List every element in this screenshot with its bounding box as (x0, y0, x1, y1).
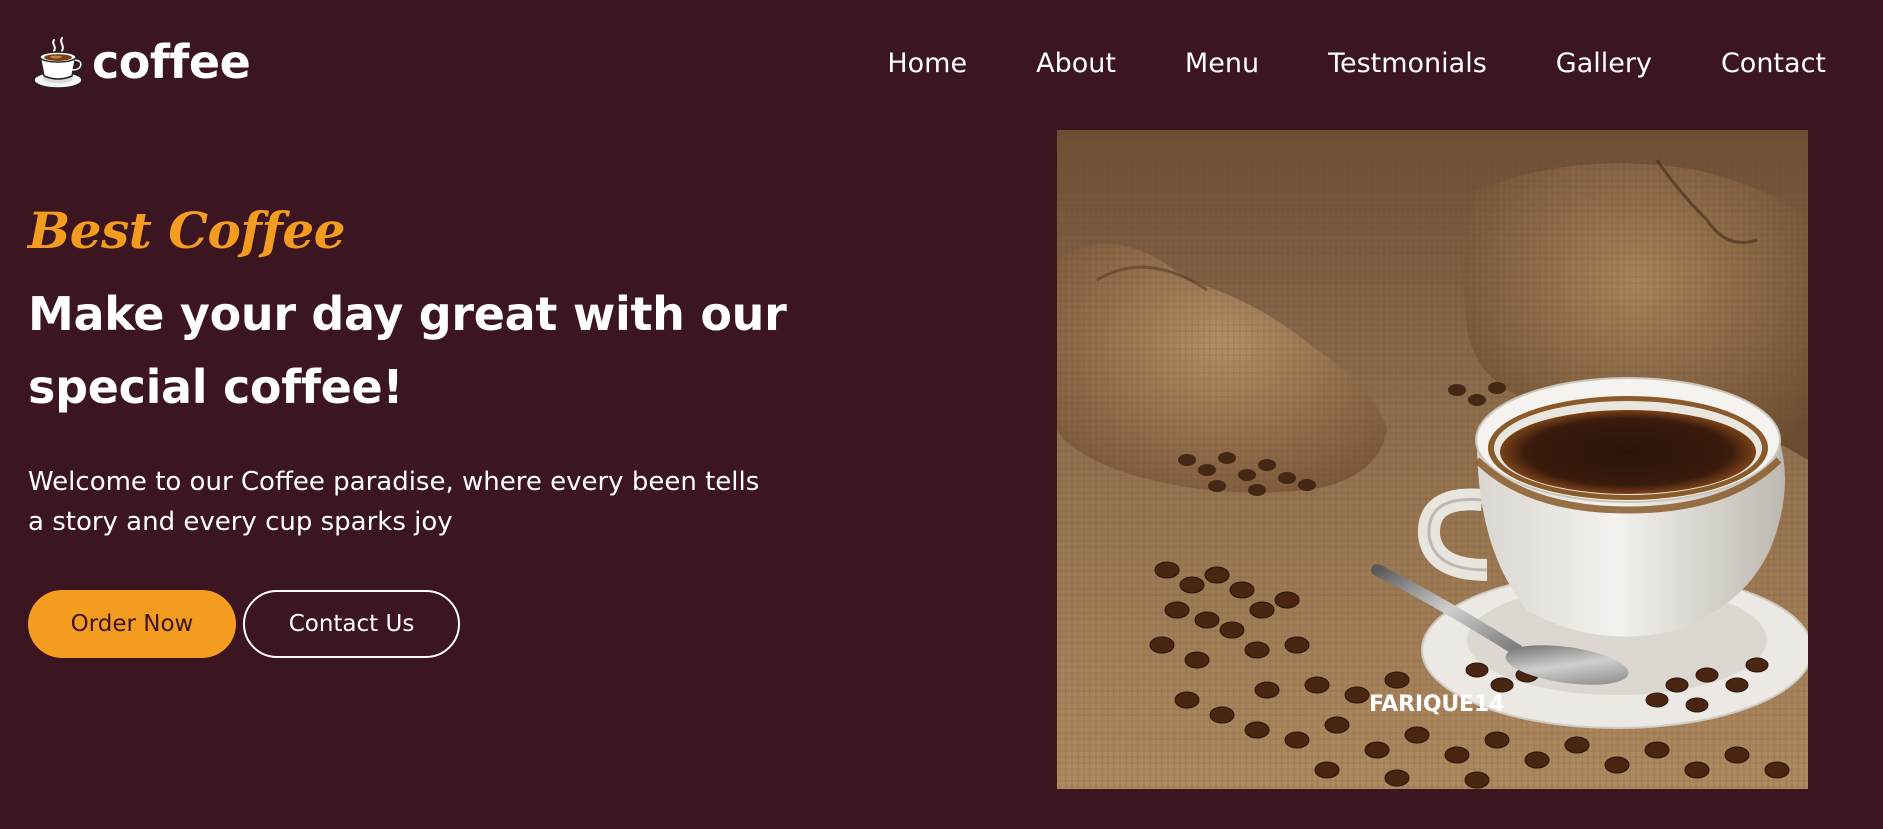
nav-contact[interactable]: Contact (1721, 44, 1826, 84)
hero-content: Best Coffee Make your day great with our… (28, 196, 788, 542)
hero-headline: Make your day great with our special cof… (28, 287, 787, 414)
coffee-photo-illustration (1057, 130, 1808, 789)
hero-coffee-image: FARIQUE14 (1057, 130, 1808, 789)
contact-us-button[interactable]: Contact Us (243, 590, 460, 658)
site-header: coffee Home About Menu Testmonials Galle… (0, 0, 1883, 128)
image-watermark: FARIQUE14 (1369, 692, 1505, 717)
nav-menu[interactable]: Menu (1185, 44, 1259, 84)
coffee-cup-icon (33, 37, 85, 89)
order-now-button[interactable]: Order Now (28, 590, 236, 658)
hero-buttons: Order Now Contact Us (28, 590, 460, 658)
nav-home[interactable]: Home (887, 44, 967, 84)
nav-testimonials[interactable]: Testmonials (1328, 44, 1487, 84)
nav-gallery[interactable]: Gallery (1556, 44, 1652, 84)
brand-name: coffee (92, 35, 251, 89)
landing-page: coffee Home About Menu Testmonials Galle… (0, 0, 1883, 829)
nav-about[interactable]: About (1036, 44, 1116, 84)
main-nav: Home About Menu Testmonials Gallery Cont… (887, 44, 1826, 84)
hero-description: Welcome to our Coffee paradise, where ev… (28, 467, 760, 537)
hero-tagline: Best Coffee (28, 201, 346, 260)
brand-logo[interactable]: coffee (32, 34, 251, 90)
